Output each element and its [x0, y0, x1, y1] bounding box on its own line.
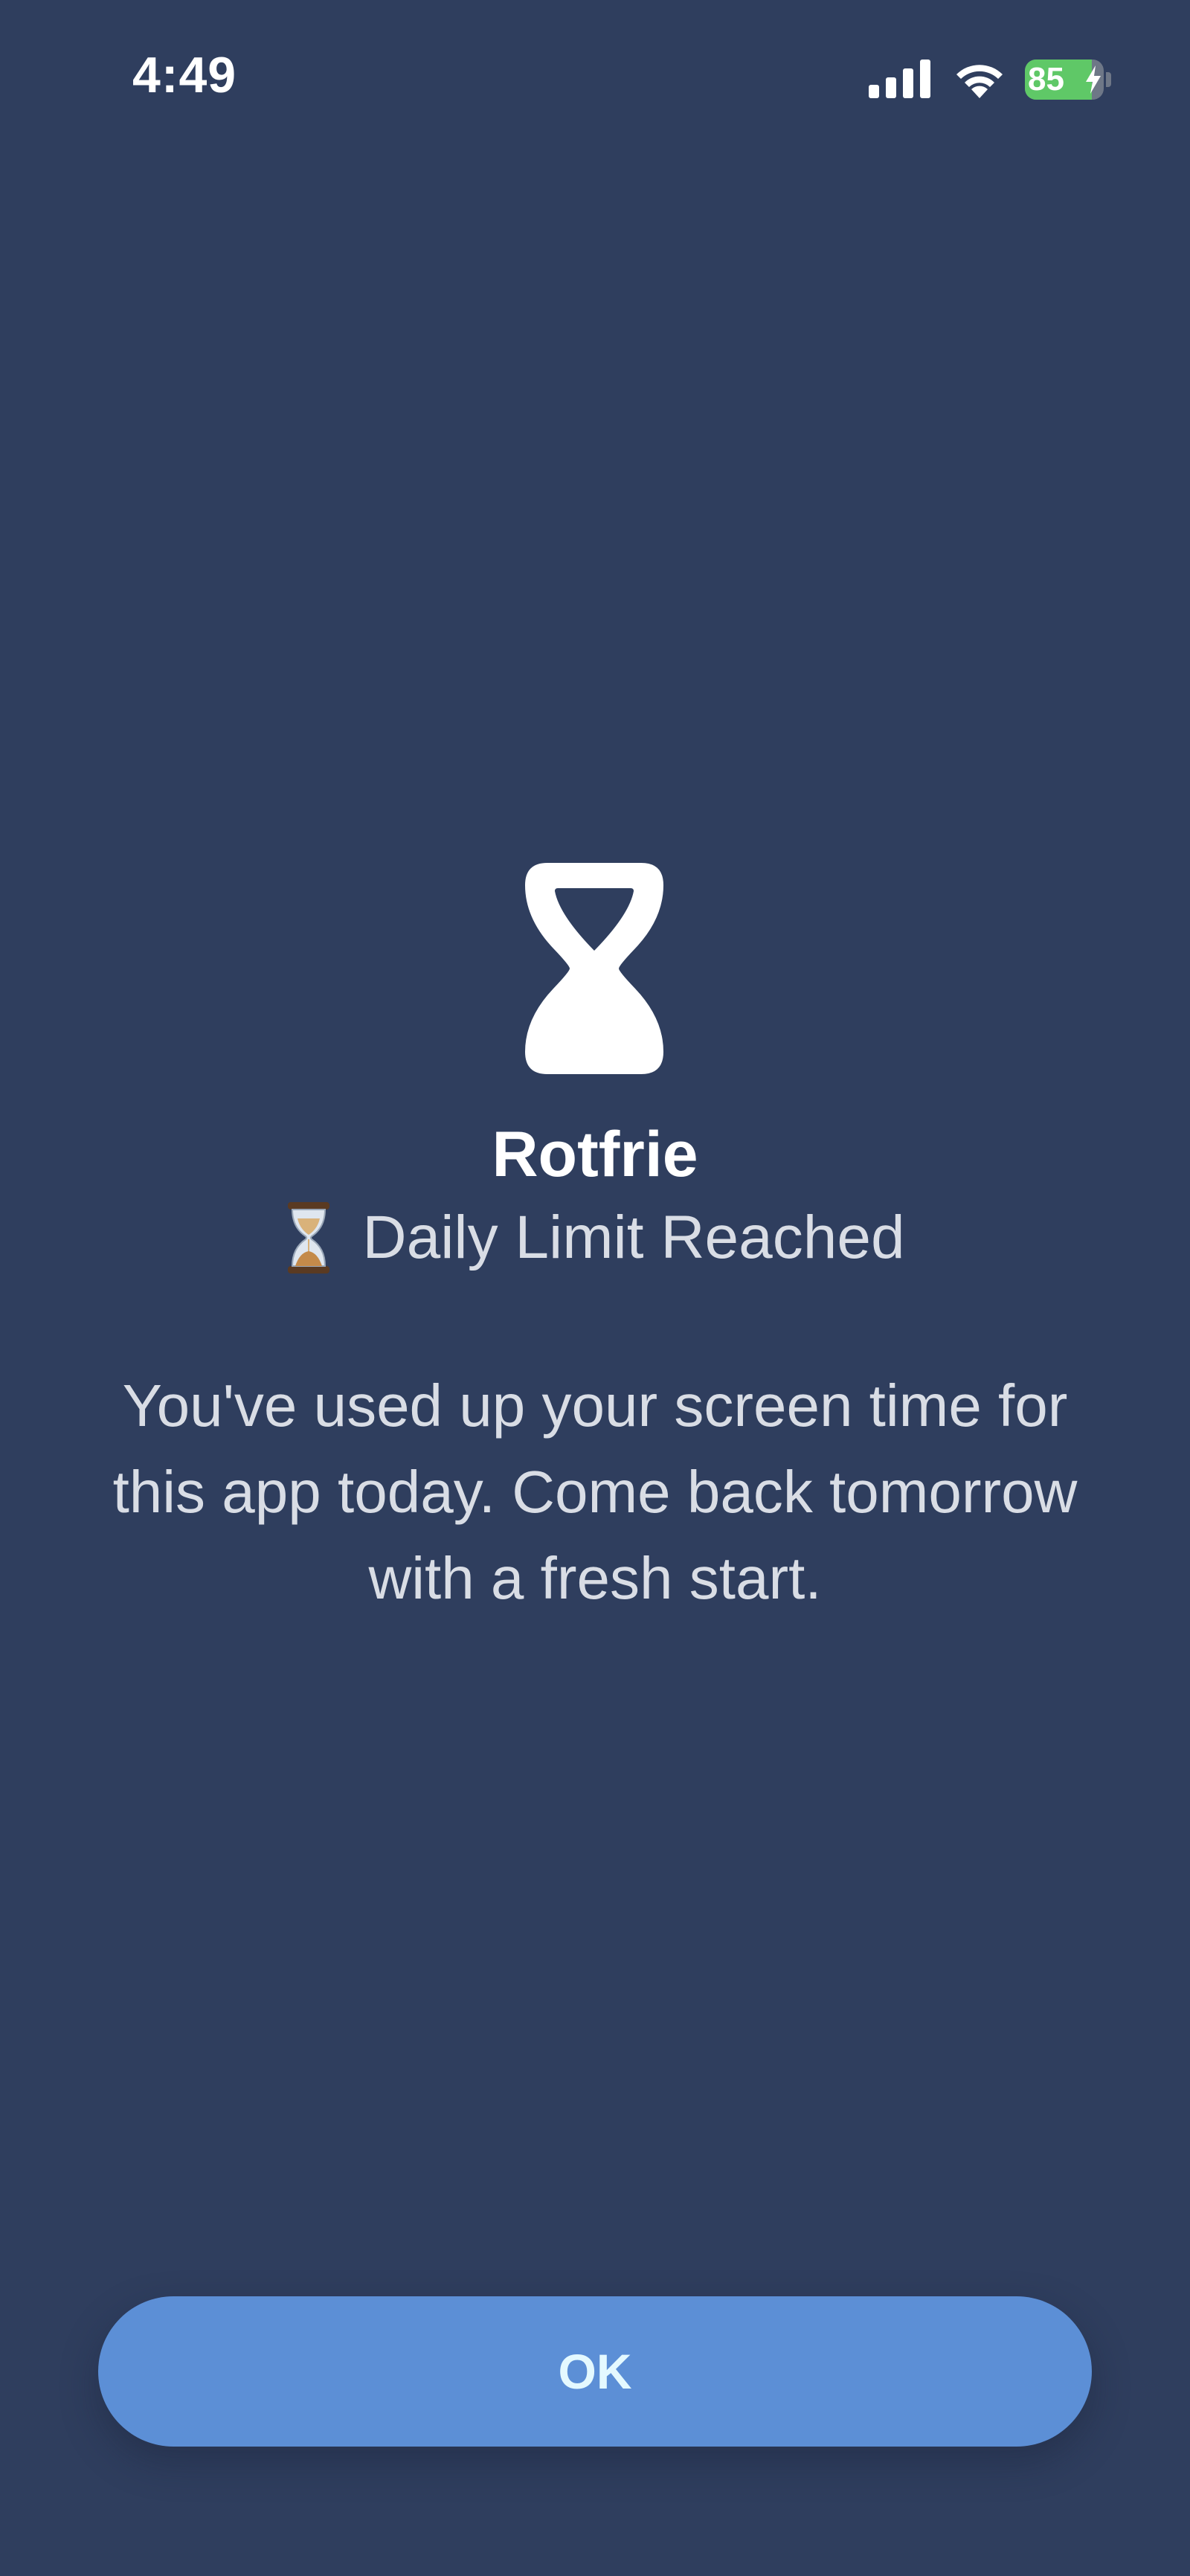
battery-body: 85	[1025, 60, 1104, 100]
battery-indicator: 85	[1025, 60, 1113, 100]
status-time: 4:49	[132, 47, 237, 103]
status-bar: 4:49 85	[0, 0, 1190, 156]
charging-bolt-icon	[1086, 65, 1101, 94]
limit-subtitle: Daily Limit Reached	[0, 1201, 1190, 1275]
app-name: Rotfrie	[492, 1119, 698, 1190]
wifi-icon	[956, 65, 1003, 98]
limit-message: You've used up your screen time for this…	[112, 1372, 1078, 1611]
hourglass-emoji-icon	[288, 1202, 330, 1273]
battery-percent: 85	[1028, 61, 1064, 97]
hourglass-icon	[525, 863, 663, 1074]
cellular-signal-icon	[869, 60, 930, 98]
ok-button-label: OK	[558, 2344, 632, 2399]
subtitle-text: Daily Limit Reached	[362, 1204, 905, 1271]
battery-cap	[1106, 72, 1111, 87]
ok-button[interactable]: OK	[98, 2296, 1092, 2447]
